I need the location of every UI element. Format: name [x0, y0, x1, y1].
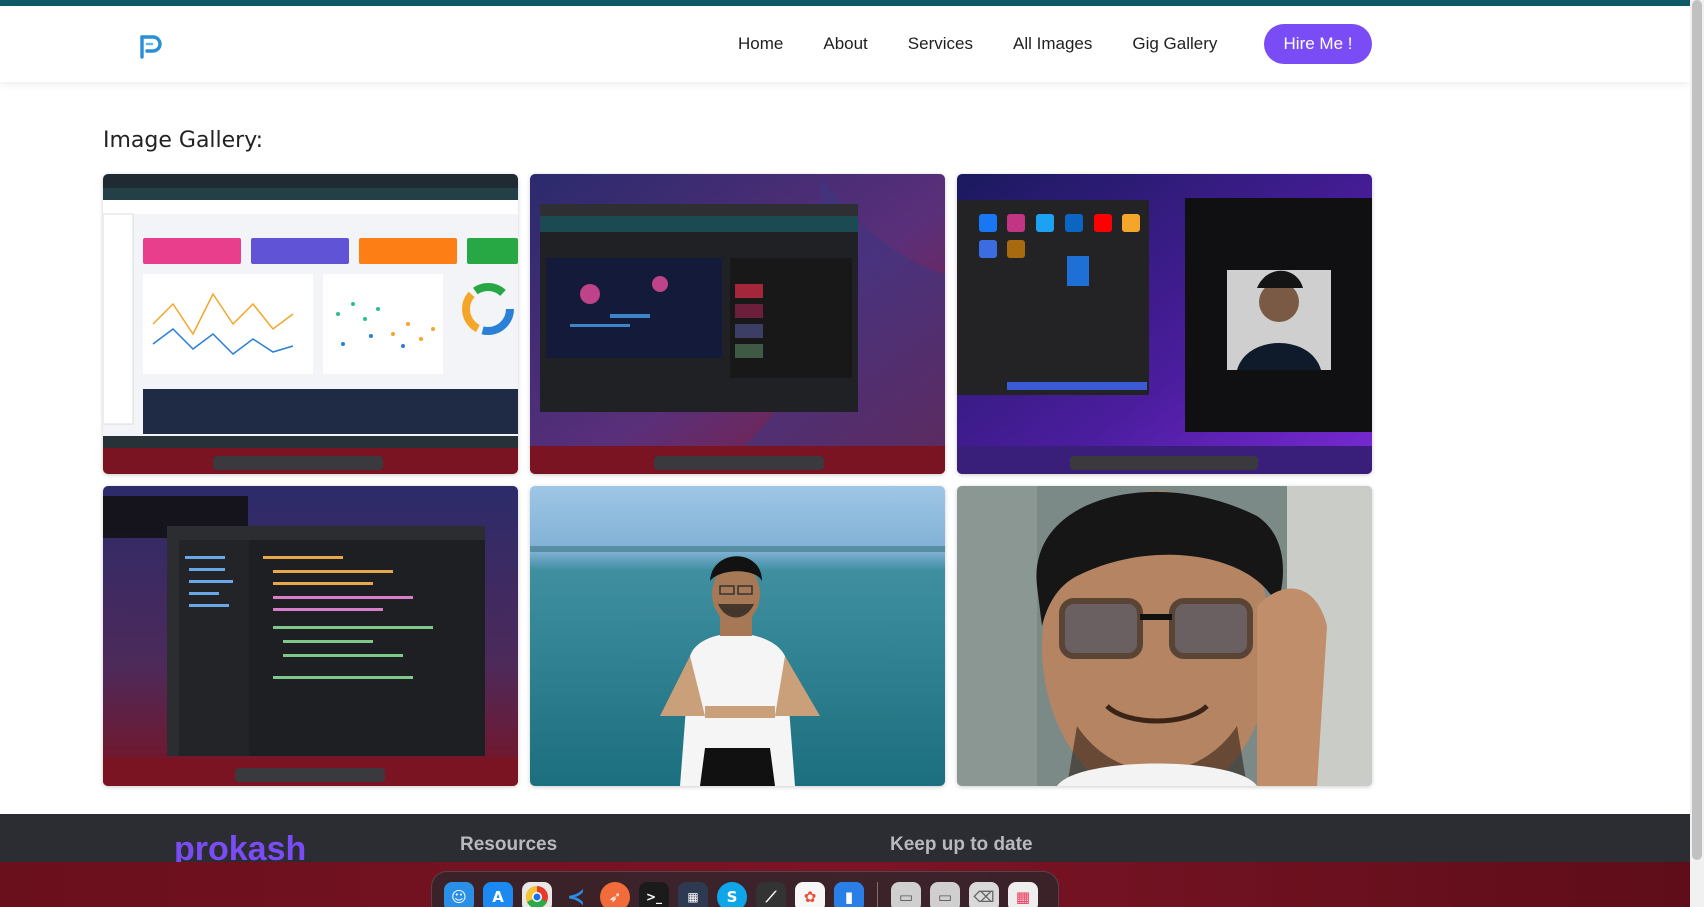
- dashboard-screenshot-image: [103, 174, 518, 474]
- image-gallery-grid: [103, 174, 1372, 786]
- disk-icon[interactable]: ▭: [930, 882, 960, 907]
- gallery-image-portrait-glasses[interactable]: [957, 486, 1372, 786]
- vscode-icon[interactable]: ≺: [561, 882, 591, 907]
- scrollbar-thumb[interactable]: [1692, 0, 1702, 860]
- macos-dock: ☺ A ≺ ➶ >_ ▦ S ⟋ ✿ ▮ ▭ ▭ ⌫ ▦: [431, 871, 1059, 907]
- dock-separator: [877, 882, 878, 907]
- nav-all-images[interactable]: All Images: [1013, 24, 1092, 64]
- apps-grid-icon[interactable]: ▦: [1008, 882, 1038, 907]
- gallery-image-code-editor[interactable]: [103, 486, 518, 786]
- gallery-image-dashboard[interactable]: [103, 174, 518, 474]
- gallery-image-social-icons[interactable]: [957, 174, 1372, 474]
- calculator-icon[interactable]: ▦: [678, 882, 708, 907]
- app-store-icon[interactable]: A: [483, 882, 513, 907]
- photos-icon[interactable]: ✿: [795, 882, 825, 907]
- nav-about[interactable]: About: [823, 24, 867, 64]
- nav-links: Home About Services All Images Gig Galle…: [738, 24, 1257, 64]
- gallery-image-portrait-sea[interactable]: [530, 486, 945, 786]
- bookmarks-icon[interactable]: ▮: [834, 882, 864, 907]
- hire-me-button[interactable]: Hire Me !: [1264, 24, 1372, 64]
- gallery-image-youtube[interactable]: [530, 174, 945, 474]
- chrome-icon[interactable]: [522, 882, 552, 907]
- nav-gig-gallery[interactable]: Gig Gallery: [1132, 24, 1217, 64]
- social-icons-screenshot-image: [957, 174, 1372, 474]
- disk-icon[interactable]: ▭: [891, 882, 921, 907]
- portrait-glasses-image: [957, 486, 1372, 786]
- gallery-title: Image Gallery:: [103, 128, 264, 153]
- youtube-screenshot-image: [530, 174, 945, 474]
- portrait-sea-image: [530, 486, 945, 786]
- footer-newsletter-heading: Keep up to date: [890, 834, 1033, 855]
- skype-icon[interactable]: S: [717, 882, 747, 907]
- activity-icon[interactable]: ⟋: [756, 882, 786, 907]
- navbar: Home About Services All Images Gig Galle…: [0, 6, 1690, 82]
- finder-icon[interactable]: ☺: [444, 882, 474, 907]
- trash-icon[interactable]: ⌫: [969, 882, 999, 907]
- code-editor-screenshot-image: [103, 486, 518, 786]
- nav-home[interactable]: Home: [738, 24, 783, 64]
- nav-services[interactable]: Services: [908, 24, 973, 64]
- terminal-icon[interactable]: >_: [639, 882, 669, 907]
- page-scrollbar[interactable]: [1690, 0, 1704, 907]
- site-logo[interactable]: [138, 34, 166, 60]
- logo-icon: [140, 35, 162, 59]
- footer-resources-heading: Resources: [460, 834, 558, 855]
- postman-icon[interactable]: ➶: [600, 882, 630, 907]
